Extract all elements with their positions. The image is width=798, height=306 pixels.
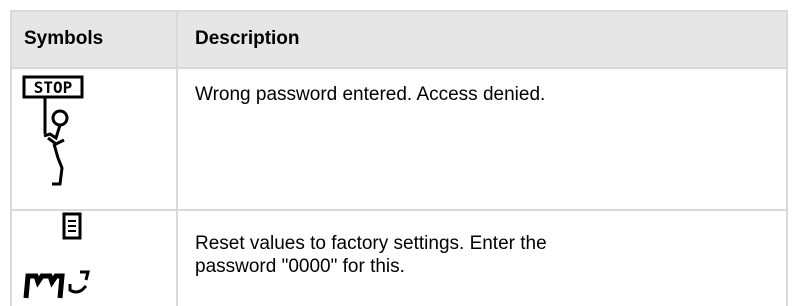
stop-sign-figure-icon: STOP xyxy=(22,75,84,186)
stop-sign-label: STOP xyxy=(34,78,73,97)
symbol-cell: STOP xyxy=(10,68,177,210)
header-description: Description xyxy=(195,28,300,49)
table-header-row: Symbols Description xyxy=(10,10,788,68)
grid-line xyxy=(10,10,12,306)
symbol-cell xyxy=(10,210,177,306)
grid-line xyxy=(10,209,788,211)
header-symbols: Symbols xyxy=(24,28,104,49)
table-row: STOP Wrong password entered. Access deni… xyxy=(10,68,788,210)
grid-line xyxy=(176,10,178,306)
grid-line xyxy=(10,67,788,69)
symbols-table: Symbols Description STOP Wrong password … xyxy=(10,10,788,306)
grid-line xyxy=(786,10,788,306)
grid-line xyxy=(10,10,788,12)
description-cell: Wrong password entered. Access denied. xyxy=(195,84,546,105)
description-cell: Reset values to factory settings. Enter … xyxy=(195,233,547,277)
factory-reset-icon xyxy=(23,212,90,299)
table-row: Reset values to factory settings. Enter … xyxy=(10,210,788,306)
